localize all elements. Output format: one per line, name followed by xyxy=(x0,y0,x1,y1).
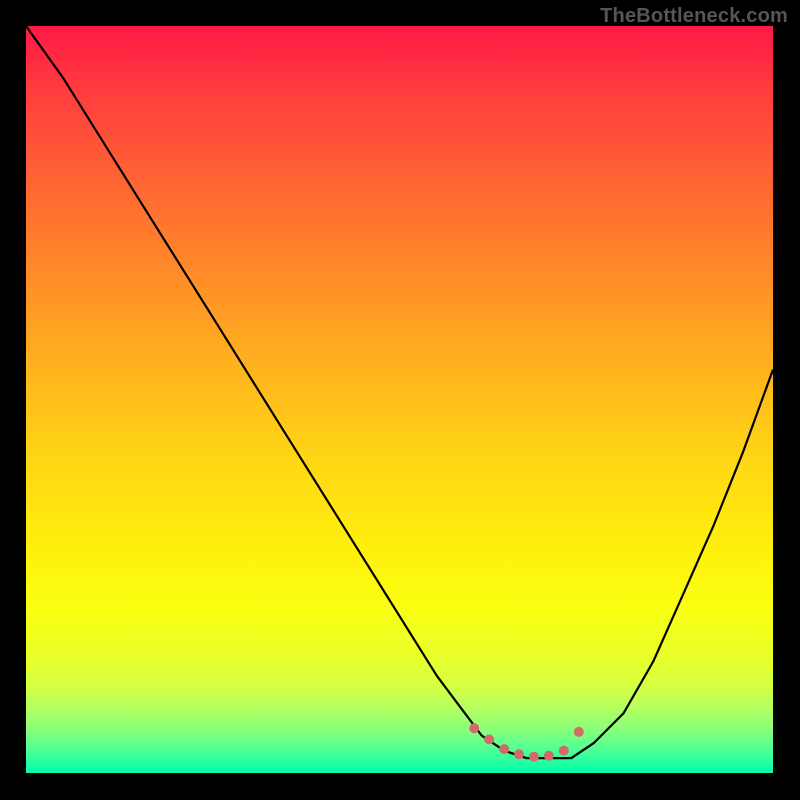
bottleneck-curve-path xyxy=(26,26,773,758)
chart-area xyxy=(26,26,773,773)
highlight-marker xyxy=(469,723,479,733)
highlight-marker xyxy=(529,752,539,762)
highlight-marker xyxy=(484,734,494,744)
highlight-marker xyxy=(559,746,569,756)
watermark-text: TheBottleneck.com xyxy=(600,5,788,28)
highlight-marker xyxy=(514,749,524,759)
highlight-marker xyxy=(499,744,509,754)
marker-group xyxy=(469,723,584,761)
highlight-marker xyxy=(544,751,554,761)
chart-overlay-svg xyxy=(26,26,773,773)
page-root: { "watermark": { "text": "TheBottleneck.… xyxy=(0,0,800,800)
highlight-marker xyxy=(574,727,584,737)
